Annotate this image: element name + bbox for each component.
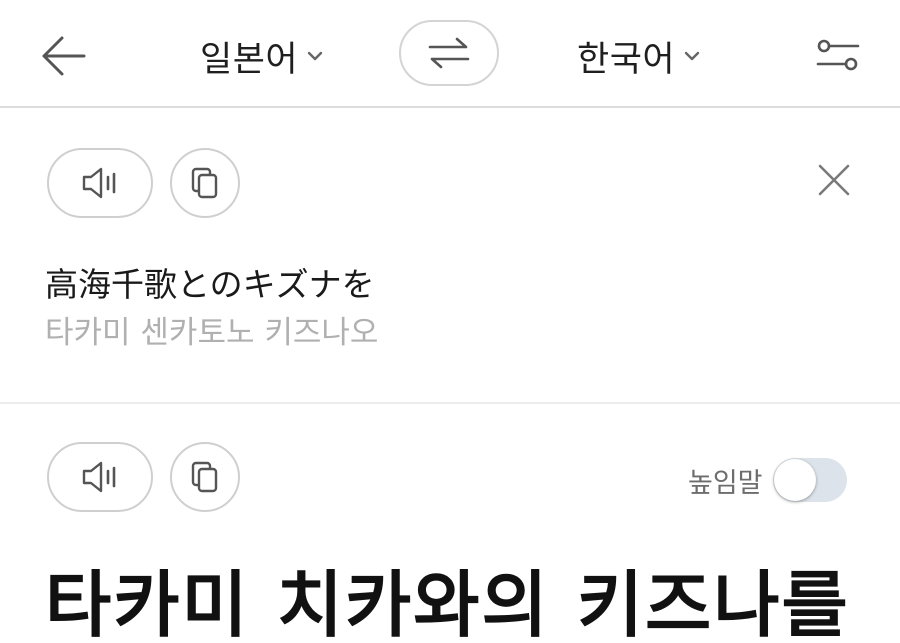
result-text: 타카미 치카와의 키즈나를 (45, 563, 850, 643)
sliders-icon (816, 39, 860, 71)
source-language-label: 일본어 (200, 39, 299, 80)
toggle-knob (773, 459, 816, 501)
source-panel: 高海千歌とのキズナを 타카미 센카토노 키즈나오 (0, 108, 900, 404)
result-panel: 높임말 타카미 치카와의 키즈나를 (0, 404, 900, 643)
swap-arrows-icon (428, 37, 470, 69)
close-icon (818, 164, 850, 196)
clear-text-button[interactable] (814, 160, 854, 200)
honorific-setting: 높임말 (688, 458, 847, 502)
copy-icon (191, 167, 218, 199)
source-copy-button[interactable] (170, 148, 240, 218)
source-pronunciation: 타카미 센카토노 키즈나오 (45, 315, 379, 351)
copy-icon (191, 461, 218, 493)
top-bar: 일본어 한국어 (0, 0, 900, 108)
target-language-label: 한국어 (577, 39, 676, 80)
speaker-icon (82, 461, 116, 493)
result-speak-button[interactable] (47, 442, 153, 512)
honorific-label: 높임말 (688, 467, 763, 499)
arrow-left-icon (42, 36, 86, 76)
back-button[interactable] (36, 30, 92, 82)
honorific-toggle[interactable] (772, 458, 847, 502)
source-speak-button[interactable] (47, 148, 153, 218)
target-language-selector[interactable]: 한국어 (577, 30, 701, 82)
speaker-icon (82, 167, 116, 199)
chevron-down-icon (307, 51, 323, 61)
translator-app: 일본어 한국어 高海千歌とのキズナを 타카미 센카토노 키즈나오 높임말 타카미… (0, 0, 900, 643)
chevron-down-icon (684, 51, 700, 61)
source-text[interactable]: 高海千歌とのキズナを (45, 258, 375, 306)
result-copy-button[interactable] (170, 442, 240, 512)
settings-button[interactable] (814, 34, 862, 78)
source-language-selector[interactable]: 일본어 (200, 30, 324, 82)
swap-languages-button[interactable] (399, 20, 499, 86)
